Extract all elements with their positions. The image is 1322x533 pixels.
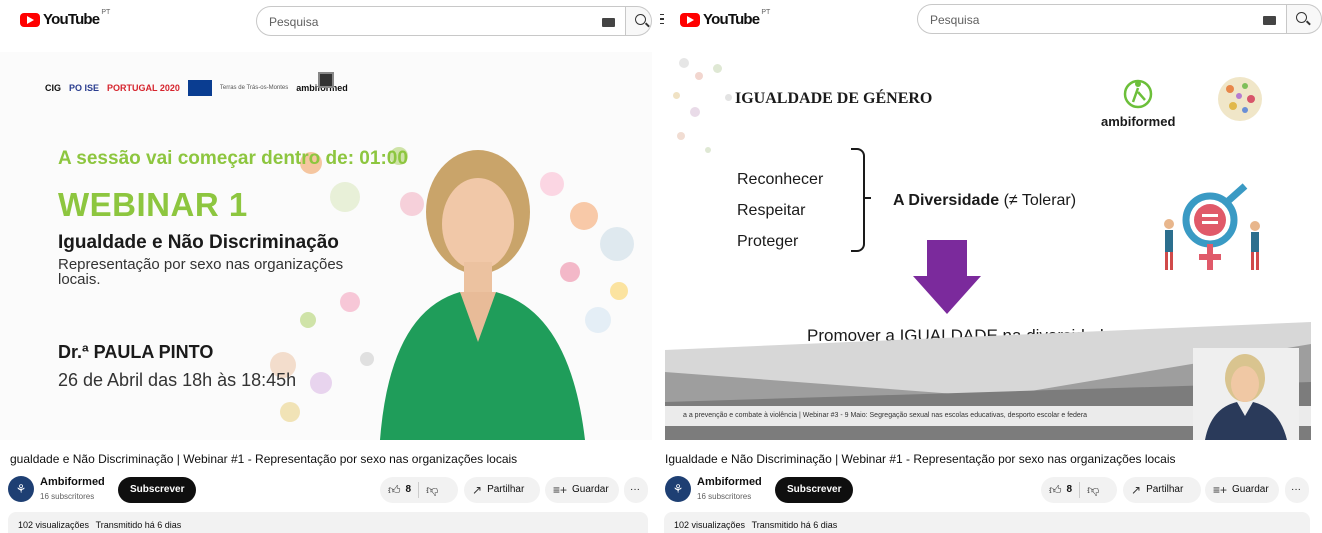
channel-row: ⚘ Ambiformed 16 subscritores Subscrever … xyxy=(8,474,652,506)
webinar-subtitle: Igualdade e Não Discriminação xyxy=(58,232,339,253)
keyboard-icon[interactable] xyxy=(1263,16,1276,25)
save-label: Guardar xyxy=(1232,484,1269,495)
more-actions-button[interactable]: ··· xyxy=(1285,477,1309,503)
channel-avatar[interactable]: ⚘ xyxy=(665,476,691,502)
description-box[interactable]: 102 visualizações Transmitido há 6 dias xyxy=(8,512,648,533)
verb-item: Reconhecer xyxy=(737,171,824,188)
ambiformed-logo-icon xyxy=(1123,79,1153,109)
like-icon[interactable]: 👍︎ xyxy=(388,477,401,503)
subscribe-button[interactable]: Subscrever xyxy=(118,477,197,503)
save-button[interactable]: ≡+ Guardar xyxy=(545,477,619,503)
subscribe-button[interactable]: Subscrever xyxy=(775,477,854,503)
search-input[interactable]: Pesquisa xyxy=(256,6,626,36)
like-dislike-group: 👍︎ 8 👎︎ xyxy=(380,477,458,503)
description-box[interactable]: 102 visualizações Transmitido há 6 dias xyxy=(664,512,1310,533)
subscriber-count: 16 subscritores xyxy=(697,492,752,501)
channel-avatar[interactable]: ⚘ xyxy=(8,476,34,502)
masthead: YouTube PT Pesquisa xyxy=(660,0,1322,40)
keyboard-icon[interactable] xyxy=(602,18,615,27)
more-icon: ··· xyxy=(1291,484,1301,495)
video-title: Igualdade e Não Discriminação | Webinar … xyxy=(665,452,1176,466)
right-pane: YouTube PT Pesquisa IGUALDADE DE GÉNERO … xyxy=(660,0,1322,533)
search-icon xyxy=(1296,12,1307,23)
sponsor-poise: PO ISE xyxy=(69,83,100,93)
webinar-title: WEBINAR 1 xyxy=(58,186,248,223)
share-label: Partilhar xyxy=(1146,484,1184,495)
channel-name[interactable]: Ambiformed xyxy=(40,476,105,488)
share-icon: ↗ xyxy=(472,483,483,497)
speaker-webcam xyxy=(1193,348,1299,440)
diversity-rest: (≠ Tolerar) xyxy=(999,192,1077,209)
search-placeholder: Pesquisa xyxy=(269,15,319,29)
youtube-logo[interactable]: YouTube PT xyxy=(680,9,771,28)
speaker-name: Dr.ª PAULA PINTO xyxy=(58,342,214,362)
search-button[interactable] xyxy=(626,6,652,36)
dislike-icon[interactable]: 👎︎ xyxy=(426,477,438,503)
country-code: PT xyxy=(761,9,771,16)
search-icon xyxy=(635,14,646,25)
like-dislike-group: 👍︎ 8 👎︎ xyxy=(1041,477,1117,503)
sponsor-terras: Terras de Trás-os-Montes xyxy=(219,85,289,91)
more-icon: ··· xyxy=(630,484,640,495)
youtube-logo[interactable]: YouTube PT xyxy=(20,9,111,28)
left-pane: YouTube PT Pesquisa CIG PO ISE PORTUGAL … xyxy=(0,0,652,533)
sponsor-logos: CIG PO ISE PORTUGAL 2020 Terras de Trás-… xyxy=(45,80,348,96)
video-player[interactable]: CIG PO ISE PORTUGAL 2020 Terras de Trás-… xyxy=(0,52,652,440)
equality-plan-logo xyxy=(1218,77,1262,121)
video-title: gualdade e Não Discriminação | Webinar #… xyxy=(10,452,518,466)
eu-flag-icon xyxy=(187,80,212,96)
more-actions-button[interactable]: ··· xyxy=(624,477,648,503)
country-code: PT xyxy=(101,9,111,16)
subscriber-count: 16 subscritores xyxy=(40,492,95,501)
share-label: Partilhar xyxy=(487,484,525,495)
share-button[interactable]: ↗ Partilhar xyxy=(464,477,540,503)
save-playlist-icon: ≡+ xyxy=(553,483,568,497)
search-input[interactable]: Pesquisa xyxy=(917,4,1287,34)
sponsor-cig: CIG xyxy=(45,83,62,93)
sponsor-portugal2020: PORTUGAL 2020 xyxy=(107,83,180,93)
view-count: 102 visualizações xyxy=(18,520,90,530)
diversity-bold: A Diversidade xyxy=(893,192,1000,209)
verb-item: Proteger xyxy=(737,233,799,250)
slide-title: IGUALDADE DE GÉNERO xyxy=(735,90,933,107)
youtube-play-icon xyxy=(20,12,40,27)
youtube-wordmark: YouTube xyxy=(703,11,760,28)
streamed-date: Transmitido há 6 dias xyxy=(95,520,182,530)
video-player[interactable]: IGUALDADE DE GÉNERO ambiformed Reconhece… xyxy=(665,52,1311,440)
menu-icon[interactable] xyxy=(660,14,664,24)
countdown-text: A sessão vai começar dentro de: 01:00 xyxy=(58,148,408,169)
like-count[interactable]: 8 xyxy=(406,477,412,503)
search-placeholder: Pesquisa xyxy=(930,13,980,27)
youtube-play-icon xyxy=(680,12,700,27)
view-count: 102 visualizações xyxy=(674,520,746,530)
down-arrow-head-icon xyxy=(913,276,981,314)
dislike-icon[interactable]: 👎︎ xyxy=(1087,477,1099,503)
fullscreen-icon[interactable] xyxy=(318,72,334,88)
channel-row: ⚘ Ambiformed 16 subscritores Subscrever … xyxy=(665,474,1322,506)
brace-divider xyxy=(851,148,871,252)
save-button[interactable]: ≡+ Guardar xyxy=(1205,477,1279,503)
channel-name[interactable]: Ambiformed xyxy=(697,476,762,488)
down-arrow-icon xyxy=(927,240,967,276)
speaker-photo xyxy=(380,150,585,440)
share-button[interactable]: ↗ Partilhar xyxy=(1123,477,1201,503)
session-date: 26 de Abril das 18h às 18:45h xyxy=(58,370,297,390)
save-playlist-icon: ≡+ xyxy=(1213,483,1228,497)
webinar-description: Representação por sexo nas organizações … xyxy=(58,256,344,288)
masthead: YouTube PT Pesquisa xyxy=(0,0,652,40)
youtube-wordmark: YouTube xyxy=(43,11,100,28)
share-icon: ↗ xyxy=(1131,483,1142,497)
diversity-statement: A Diversidade (≠ Tolerar) xyxy=(893,192,1076,210)
save-label: Guardar xyxy=(572,484,609,495)
ambiformed-brand: ambiformed xyxy=(1101,114,1176,129)
like-count[interactable]: 8 xyxy=(1067,477,1073,503)
gender-symbol-illustration xyxy=(1164,183,1260,270)
slide-verb-list: Reconhecer Respeitar Proteger xyxy=(737,164,823,257)
verb-item: Respeitar xyxy=(737,202,806,219)
streamed-date: Transmitido há 6 dias xyxy=(751,520,838,530)
like-icon[interactable]: 👍︎ xyxy=(1049,477,1062,503)
ticker-text: a a prevenção e combate à violência | We… xyxy=(683,412,1088,419)
search-button[interactable] xyxy=(1287,4,1322,34)
